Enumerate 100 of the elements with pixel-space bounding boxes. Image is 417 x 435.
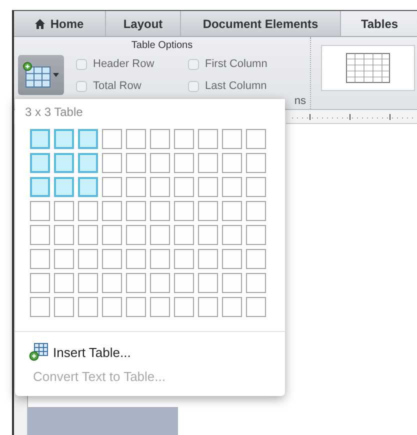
grid-cell[interactable] (126, 201, 146, 221)
grid-cell[interactable] (54, 129, 74, 149)
grid-cell[interactable] (246, 153, 266, 173)
grid-cell[interactable] (126, 225, 146, 245)
grid-cell[interactable] (222, 225, 242, 245)
grid-cell[interactable] (246, 201, 266, 221)
grid-cell[interactable] (222, 297, 242, 317)
grid-cell[interactable] (126, 153, 146, 173)
insert-table-button[interactable] (18, 55, 64, 95)
grid-cell[interactable] (54, 225, 74, 245)
grid-cell[interactable] (54, 249, 74, 269)
grid-cell[interactable] (102, 297, 122, 317)
table-add-icon (23, 62, 51, 88)
grid-cell[interactable] (246, 273, 266, 293)
grid-cell[interactable] (30, 177, 50, 197)
grid-cell[interactable] (102, 225, 122, 245)
grid-cell[interactable] (102, 153, 122, 173)
grid-cell[interactable] (150, 225, 170, 245)
grid-cell[interactable] (174, 225, 194, 245)
grid-cell[interactable] (174, 129, 194, 149)
grid-cell[interactable] (102, 201, 122, 221)
grid-cell[interactable] (150, 297, 170, 317)
grid-cell[interactable] (30, 249, 50, 269)
grid-cell[interactable] (54, 177, 74, 197)
grid-cell[interactable] (54, 273, 74, 293)
grid-cell[interactable] (150, 129, 170, 149)
checkbox-label: Header Row (93, 58, 154, 70)
grid-cell[interactable] (126, 177, 146, 197)
grid-cell[interactable] (198, 297, 218, 317)
tab[interactable]: Home (14, 11, 106, 36)
checkbox[interactable] (76, 80, 87, 92)
grid-cell[interactable] (78, 177, 98, 197)
grid-cell[interactable] (150, 249, 170, 269)
menu-title: 3 x 3 Table (24, 104, 84, 121)
grid-cell[interactable] (198, 273, 218, 293)
checkbox[interactable] (188, 58, 199, 70)
grid-cell[interactable] (222, 201, 242, 221)
grid-cell[interactable] (246, 249, 266, 269)
checkbox-label: First Column (205, 58, 268, 70)
grid-cell[interactable] (78, 249, 98, 269)
grid-cell[interactable] (222, 129, 242, 149)
group-label: ns (294, 95, 306, 107)
grid-cell[interactable] (30, 201, 50, 221)
grid-cell[interactable] (30, 297, 50, 317)
grid-cell[interactable] (54, 201, 74, 221)
grid-cell[interactable] (222, 249, 242, 269)
grid-cell[interactable] (174, 297, 194, 317)
grid-cell[interactable] (102, 273, 122, 293)
tab-label: Home (50, 16, 84, 30)
grid-cell[interactable] (150, 201, 170, 221)
menu-item[interactable]: Insert Table... (15, 340, 285, 364)
grid-cell[interactable] (150, 153, 170, 173)
grid-cell[interactable] (126, 297, 146, 317)
grid-cell[interactable] (198, 249, 218, 269)
grid-cell[interactable] (198, 177, 218, 197)
grid-cell[interactable] (198, 129, 218, 149)
tab[interactable]: Tables (341, 11, 417, 36)
grid-cell[interactable] (30, 129, 50, 149)
grid-cell[interactable] (222, 177, 242, 197)
grid-cell[interactable] (150, 177, 170, 197)
grid-cell[interactable] (246, 225, 266, 245)
grid-cell[interactable] (78, 273, 98, 293)
grid-cell[interactable] (198, 225, 218, 245)
grid-cell[interactable] (198, 153, 218, 173)
tab[interactable]: Layout (106, 11, 181, 36)
grid-cell[interactable] (150, 273, 170, 293)
grid-cell[interactable] (174, 249, 194, 269)
grid-cell[interactable] (126, 129, 146, 149)
checkbox-label: Total Row (93, 80, 142, 92)
grid-cell[interactable] (174, 201, 194, 221)
grid-cell[interactable] (126, 273, 146, 293)
grid-cell[interactable] (246, 177, 266, 197)
grid-cell[interactable] (198, 201, 218, 221)
grid-cell[interactable] (78, 129, 98, 149)
grid-cell[interactable] (126, 249, 146, 269)
grid-cell[interactable] (102, 177, 122, 197)
checkbox[interactable] (76, 58, 87, 70)
grid-cell[interactable] (222, 273, 242, 293)
grid-cell[interactable] (102, 129, 122, 149)
caret-icon (53, 73, 59, 77)
grid-cell[interactable] (174, 273, 194, 293)
grid-cell[interactable] (30, 153, 50, 173)
grid-cell[interactable] (54, 297, 74, 317)
table-style-preview[interactable] (321, 45, 415, 91)
grid-cell[interactable] (78, 201, 98, 221)
checkbox-label: Last Column (205, 80, 267, 92)
checkbox[interactable] (188, 80, 199, 92)
grid-cell[interactable] (174, 177, 194, 197)
grid-cell[interactable] (30, 273, 50, 293)
grid-cell[interactable] (78, 153, 98, 173)
grid-cell[interactable] (222, 153, 242, 173)
grid-cell[interactable] (174, 153, 194, 173)
grid-cell[interactable] (54, 153, 74, 173)
grid-cell[interactable] (78, 225, 98, 245)
grid-cell[interactable] (78, 297, 98, 317)
grid-cell[interactable] (246, 129, 266, 149)
table-icon (29, 343, 49, 361)
grid-cell[interactable] (30, 225, 50, 245)
grid-cell[interactable] (102, 249, 122, 269)
grid-cell[interactable] (246, 297, 266, 317)
